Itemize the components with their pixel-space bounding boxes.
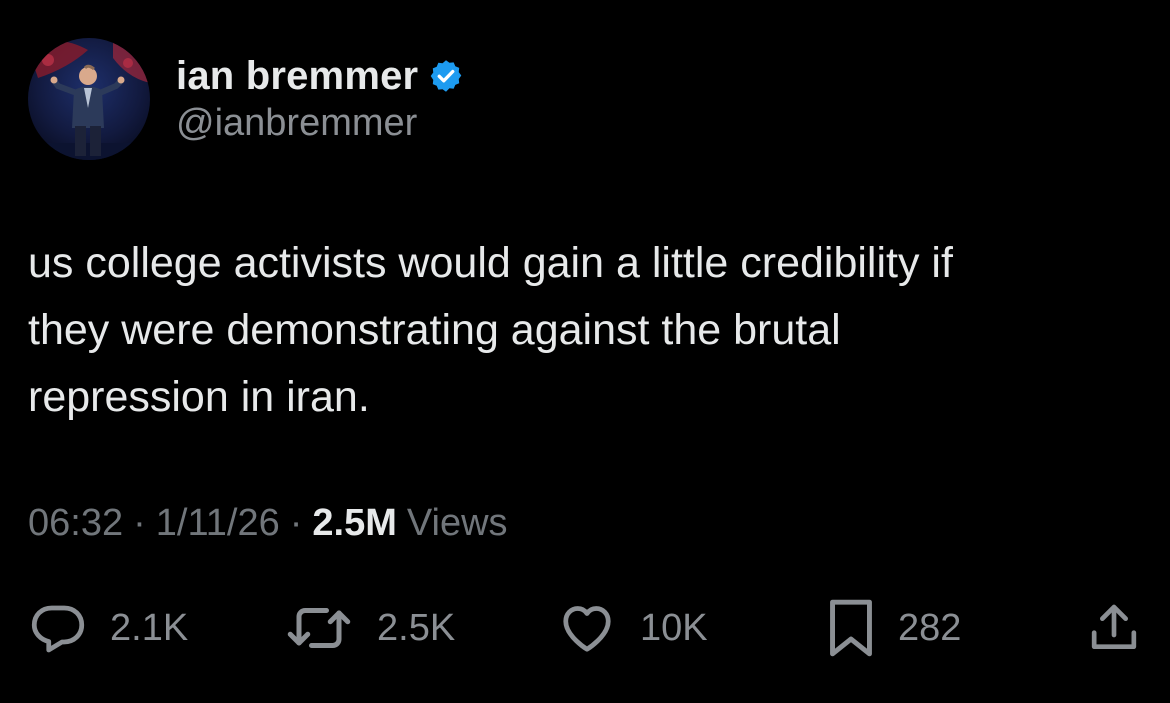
tweet-time[interactable]: 06:32	[28, 502, 123, 545]
bookmark-icon	[826, 596, 876, 660]
bookmark-count: 282	[898, 606, 962, 649]
tweet-header: ian bremmer @ianbremmer	[28, 38, 464, 160]
like-count: 10K	[640, 606, 708, 649]
tweet-card: ian bremmer @ianbremmer us college activ…	[0, 0, 1170, 703]
avatar-image	[28, 38, 150, 160]
repost-count: 2.5K	[377, 606, 456, 649]
author-handle[interactable]: @ianbremmer	[176, 102, 464, 145]
tweet-metadata: 06:32 · 1/11/26 · 2.5M Views	[28, 502, 508, 545]
tweet-date[interactable]: 1/11/26	[156, 502, 280, 545]
reply-count: 2.1K	[110, 606, 189, 649]
meta-separator: ·	[289, 502, 303, 544]
author-display-name[interactable]: ian bremmer	[176, 54, 418, 99]
share-button[interactable]	[1086, 596, 1142, 660]
views-count[interactable]: 2.5M	[312, 502, 396, 545]
views-label: Views	[406, 502, 508, 544]
bookmark-button[interactable]: 282	[826, 596, 961, 660]
reply-button[interactable]: 2.1K	[28, 596, 188, 660]
action-bar: 2.1K 2.5K 10K 282	[0, 596, 1170, 660]
heart-icon	[556, 598, 618, 658]
share-icon	[1086, 598, 1142, 658]
tweet-text: us college activists would gain a little…	[28, 239, 953, 421]
verified-badge-icon	[428, 58, 464, 94]
reply-icon	[28, 598, 88, 658]
name-row: ian bremmer	[176, 52, 464, 100]
author-identity: ian bremmer @ianbremmer	[176, 38, 464, 145]
repost-button[interactable]: 2.5K	[283, 596, 455, 660]
avatar[interactable]	[28, 38, 150, 160]
repost-icon	[283, 598, 355, 658]
meta-separator: ·	[133, 502, 146, 544]
like-button[interactable]: 10K	[556, 596, 708, 660]
